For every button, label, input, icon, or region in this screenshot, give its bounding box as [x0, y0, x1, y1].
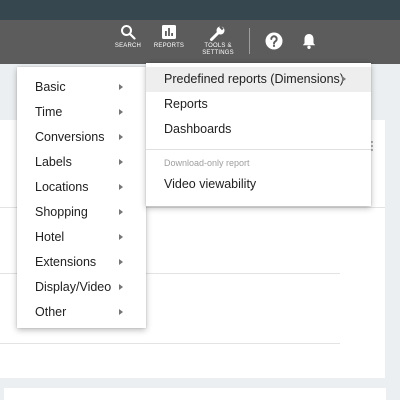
menu-item-other[interactable]: Other — [17, 300, 146, 325]
menu-item-locations[interactable]: Locations — [17, 175, 146, 200]
menu-separator — [146, 149, 371, 150]
menu-item-label: Locations — [35, 180, 89, 194]
menu-item-label: Labels — [35, 155, 72, 169]
tools-label-line2: SETTINGS — [202, 50, 234, 56]
help-icon — [265, 32, 283, 50]
reports-menu: Predefined reports (Dimensions) Reports … — [146, 63, 371, 206]
menu-item-label: Other — [35, 305, 67, 319]
menu-item-dashboards[interactable]: Dashboards — [146, 117, 371, 142]
tools-settings-button[interactable]: TOOLS & SETTINGS — [198, 24, 238, 57]
top-toolbar: SEARCH REPORTS TOOLS & SETTINGS — [0, 20, 400, 64]
menu-item-shopping[interactable]: Shopping — [17, 200, 146, 225]
reports-label: REPORTS — [153, 43, 185, 49]
menu-item-label: Hotel — [35, 230, 65, 244]
menu-item-label: Time — [35, 105, 63, 119]
reports-icon — [162, 25, 176, 39]
toolbar-divider — [249, 28, 250, 54]
window-top-strip — [0, 0, 400, 20]
chevron-right-icon — [119, 134, 123, 140]
menu-item-labels[interactable]: Labels — [17, 150, 146, 175]
chevron-right-icon — [342, 76, 346, 82]
search-label: SEARCH — [114, 43, 142, 49]
chevron-right-icon — [119, 109, 123, 115]
content-card-bottom — [4, 388, 386, 400]
search-icon — [121, 25, 136, 40]
menu-item-predefined-reports[interactable]: Predefined reports (Dimensions) — [146, 67, 371, 92]
chevron-right-icon — [119, 284, 123, 290]
chevron-right-icon — [119, 309, 123, 315]
menu-item-time[interactable]: Time — [17, 100, 146, 125]
download-only-section-label: Download-only report — [164, 158, 250, 168]
reports-button[interactable]: REPORTS — [152, 24, 186, 50]
card-divider — [0, 343, 340, 344]
search-button[interactable]: SEARCH — [113, 24, 143, 50]
menu-item-label: Shopping — [35, 205, 88, 219]
help-button[interactable] — [264, 32, 284, 50]
menu-item-reports[interactable]: Reports — [146, 92, 371, 117]
tools-label-line1: TOOLS & — [204, 43, 232, 49]
chevron-right-icon — [119, 184, 123, 190]
menu-item-label: Predefined reports (Dimensions) — [164, 72, 344, 86]
menu-item-display-video[interactable]: Display/Video — [17, 275, 146, 300]
bell-icon — [302, 34, 316, 49]
chevron-right-icon — [119, 84, 123, 90]
menu-item-hotel[interactable]: Hotel — [17, 225, 146, 250]
report-category-menu: Basic Time Conversions Labels Locations … — [17, 67, 146, 328]
chevron-right-icon — [119, 209, 123, 215]
menu-item-conversions[interactable]: Conversions — [17, 125, 146, 150]
menu-item-basic[interactable]: Basic — [17, 75, 146, 100]
menu-item-label: Display/Video — [35, 280, 112, 294]
wrench-icon — [210, 25, 225, 41]
menu-item-extensions[interactable]: Extensions — [17, 250, 146, 275]
menu-item-label: Conversions — [35, 130, 105, 144]
menu-item-label: Basic — [35, 80, 66, 94]
chevron-right-icon — [119, 259, 123, 265]
chevron-right-icon — [119, 234, 123, 240]
menu-item-label: Reports — [164, 97, 208, 111]
menu-item-label: Dashboards — [164, 122, 232, 136]
menu-item-label: Extensions — [35, 255, 97, 269]
chevron-right-icon — [119, 159, 123, 165]
menu-item-video-viewability[interactable]: Video viewability — [146, 172, 371, 197]
more-options-icon[interactable] — [371, 141, 374, 153]
menu-item-label: Video viewability — [164, 177, 257, 191]
notifications-button[interactable] — [299, 32, 319, 50]
